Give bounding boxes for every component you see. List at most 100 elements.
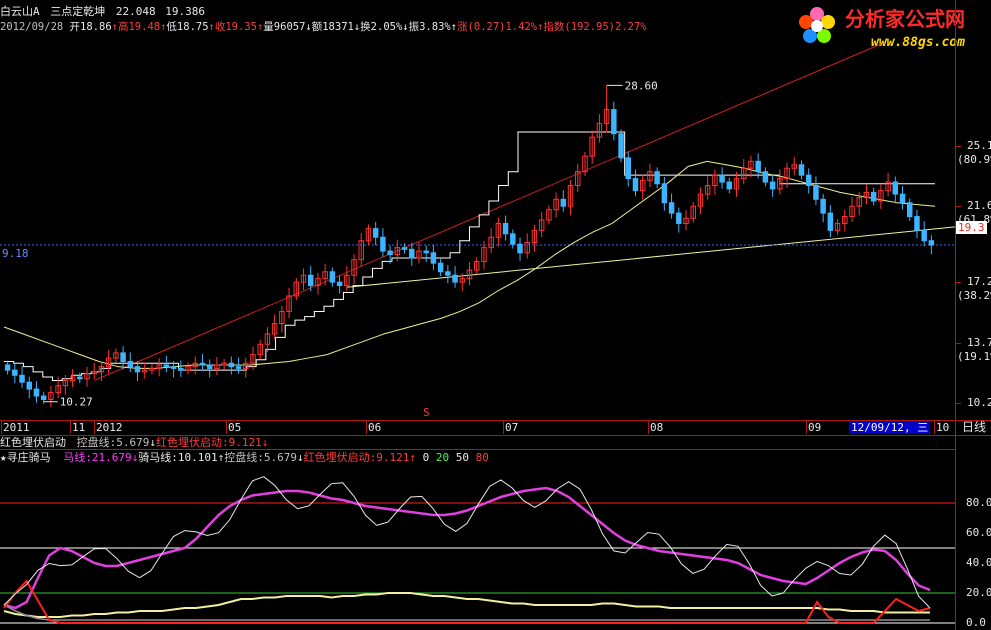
candle-body [798, 164, 805, 176]
candle [820, 193, 826, 223]
candle [235, 357, 242, 374]
candle-body [4, 364, 11, 371]
period-label[interactable]: 日线 [962, 421, 986, 434]
candle [228, 356, 235, 375]
panel-divider [0, 449, 955, 450]
candle-body [632, 178, 639, 192]
time-tick-label: 06 [368, 421, 382, 434]
time-tick-label: 2011 [3, 421, 30, 434]
candle [91, 362, 97, 380]
legend-l0: 0 [422, 451, 430, 464]
candle-body [120, 352, 126, 363]
candle [336, 275, 343, 294]
candle-body [235, 366, 242, 369]
price-tick-label: 10.2 [967, 395, 991, 409]
candle-body [827, 212, 834, 231]
candle [372, 221, 379, 246]
candle-body [928, 240, 935, 246]
candle [437, 258, 444, 277]
candle [19, 366, 25, 388]
candle [914, 209, 920, 239]
candle-body [409, 248, 415, 259]
candle-body [336, 281, 343, 287]
candle [907, 198, 913, 221]
ctrl-line [4, 131, 935, 381]
candle [805, 168, 812, 194]
time-tick [70, 421, 71, 434]
candle [488, 228, 494, 254]
time-tick-label: 07 [505, 421, 519, 434]
osc-series-骑马线 [3, 592, 930, 618]
candle-body [820, 198, 826, 214]
candle-body [907, 202, 913, 218]
price-tick-label: 25.1 [967, 138, 991, 152]
candle-body [437, 262, 444, 273]
candle [842, 209, 848, 232]
time-tick-label: 2012 [96, 421, 123, 434]
price-tick [955, 145, 961, 147]
legend-ride: 骑马线:10.101 [138, 451, 218, 464]
candle [849, 197, 855, 223]
candle [221, 358, 227, 370]
oscillator-chart[interactable] [0, 465, 955, 630]
candle [668, 193, 675, 219]
candle-body [899, 193, 906, 204]
trough-label: 10.27 [60, 396, 93, 409]
candle [300, 268, 307, 291]
candle-body [769, 181, 776, 190]
candle [676, 207, 682, 233]
candle-body [372, 228, 379, 238]
candle [26, 376, 32, 399]
candle [286, 287, 292, 319]
candle-body [329, 271, 336, 283]
candle-body [517, 243, 523, 254]
candle-body [178, 367, 184, 371]
price-tick-pct: (38.2%) [957, 289, 991, 303]
candle [69, 369, 76, 388]
legend-ma: 马线:21.679 [63, 451, 132, 464]
candle-body [77, 376, 83, 380]
candle [553, 192, 559, 218]
time-tick [934, 421, 935, 434]
candle-body [430, 252, 437, 264]
candle [813, 176, 819, 205]
candle [62, 374, 69, 395]
candle [293, 277, 300, 301]
candle [192, 356, 198, 375]
candle [401, 243, 408, 254]
candle [243, 357, 249, 378]
price-tick-pct: (80.9%) [957, 152, 991, 166]
candle-body [502, 222, 509, 235]
candle-body [654, 171, 660, 185]
price-tick-pct: (19.1%) [957, 349, 991, 363]
star-icon: ★ [0, 451, 7, 464]
candle [791, 156, 798, 175]
candle-body [914, 216, 920, 231]
candle [719, 167, 725, 189]
candle-body [870, 191, 877, 202]
time-tick [1, 421, 2, 434]
peak-label: 28.60 [625, 79, 658, 92]
candle [473, 257, 480, 275]
candle [430, 244, 437, 270]
osc-tick-label: 60.0 [966, 526, 991, 539]
price-tick [955, 206, 961, 208]
stock-chart-window: 白云山A 三点定乾坤 22.048 19.386 2012/09/28 开18.… [0, 0, 991, 630]
candle-body [127, 361, 134, 368]
legend-ambush: 红色埋伏启动:9.121 [156, 436, 262, 449]
cursor-date: 12/09/12, 三 [849, 421, 931, 434]
price-chart[interactable]: 28.60 10.27 9.18 S [0, 0, 955, 420]
candle [4, 360, 11, 375]
candle-body [380, 236, 386, 252]
legend-ctrl2: 控盘线:5.679 [224, 451, 297, 464]
candle [199, 354, 206, 371]
time-tick [806, 421, 807, 434]
candle [892, 176, 899, 204]
candle [899, 186, 906, 210]
candle [524, 233, 530, 259]
candle [834, 219, 841, 235]
candle [683, 210, 689, 231]
candle-body [19, 374, 25, 383]
candle [149, 364, 155, 375]
candle [163, 355, 170, 373]
